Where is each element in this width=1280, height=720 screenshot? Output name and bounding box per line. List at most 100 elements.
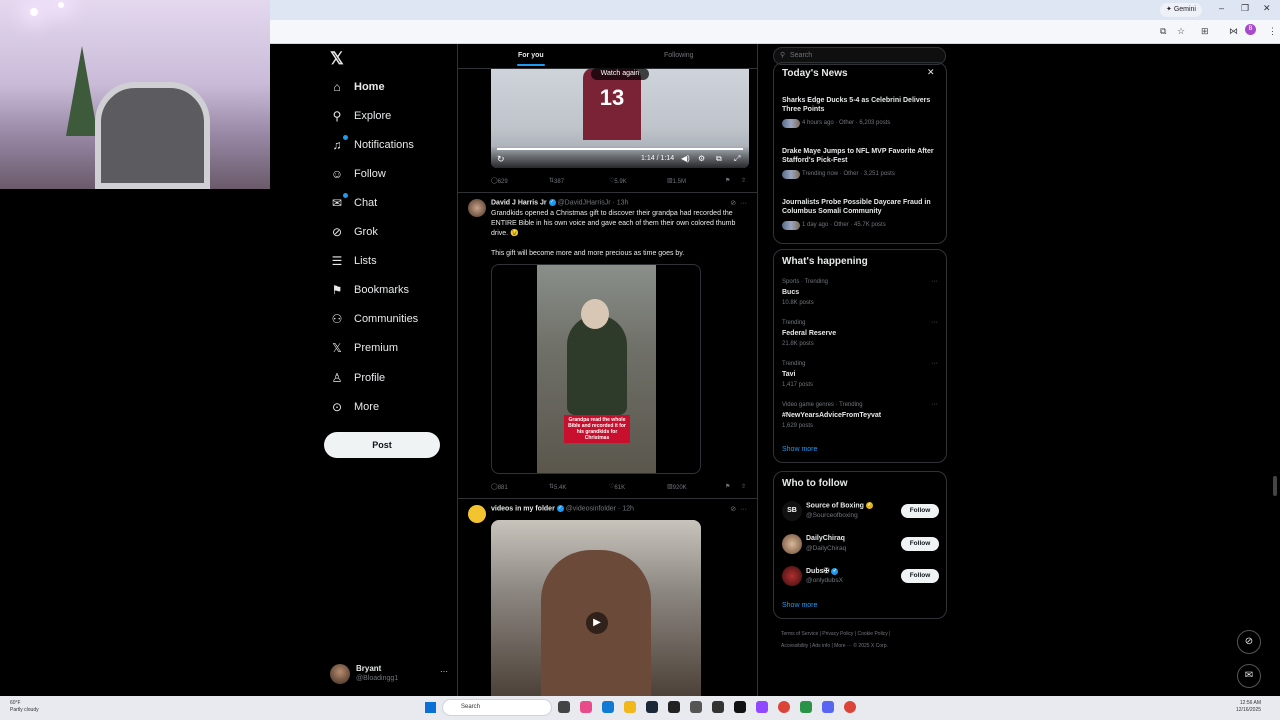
- show-more-link[interactable]: Show more: [782, 602, 817, 609]
- news-headline[interactable]: Drake Maye Jumps to NFL MVP Favorite Aft…: [782, 147, 942, 165]
- nav-communities[interactable]: ⚇ Communities: [330, 308, 419, 330]
- suggested-name[interactable]: Source of Boxing ✓: [806, 502, 873, 509]
- share-icon[interactable]: ⇧: [741, 483, 746, 490]
- repost-button[interactable]: ⇅ 387: [549, 177, 564, 185]
- views-button[interactable]: ▥ 920K: [667, 483, 687, 491]
- suggested-name[interactable]: Dubs✠ ✓: [806, 567, 839, 575]
- video-player[interactable]: ▶: [491, 520, 701, 696]
- settings-icon[interactable]: ⚙: [698, 154, 705, 163]
- nav-bookmarks[interactable]: ⚑ Bookmarks: [330, 279, 409, 301]
- chrome-icon[interactable]: [844, 701, 856, 713]
- trend-name[interactable]: #NewYearsAdviceFromTeyvat: [782, 412, 881, 419]
- app-icon[interactable]: [580, 701, 592, 713]
- app-icon[interactable]: [800, 701, 812, 713]
- nav-profile[interactable]: ♙ Profile: [330, 367, 386, 389]
- bookmark-icon[interactable]: ⚑: [725, 177, 730, 184]
- more-icon[interactable]: ···: [931, 401, 938, 408]
- chrome-icon[interactable]: [778, 701, 790, 713]
- task-view-icon[interactable]: [558, 701, 570, 713]
- messages-icon[interactable]: ✉: [1237, 664, 1261, 688]
- edge-icon[interactable]: [602, 701, 614, 713]
- app-icon[interactable]: [712, 701, 724, 713]
- steam-icon[interactable]: [646, 701, 658, 713]
- author-name[interactable]: videos in my folder: [491, 505, 555, 512]
- tab-following[interactable]: Following: [664, 52, 694, 59]
- video-player[interactable]: Grandpa read the whole Bible and recorde…: [491, 264, 701, 474]
- scrollbar[interactable]: [1273, 476, 1277, 496]
- trend-name[interactable]: Bucs: [782, 289, 799, 296]
- system-clock[interactable]: 12:56 AM 12/16/2025: [1236, 700, 1261, 714]
- video-progress-bar[interactable]: [497, 148, 743, 150]
- more-icon[interactable]: ···: [740, 506, 747, 513]
- weather-widget[interactable]: 60°F Partly cloudy: [10, 700, 39, 714]
- file-explorer-icon[interactable]: [624, 701, 636, 713]
- grok-icon[interactable]: ⊘: [730, 200, 736, 207]
- nav-lists[interactable]: ☰ Lists: [330, 250, 377, 272]
- app-icon[interactable]: [734, 701, 746, 713]
- restore-button[interactable]: ❐: [1241, 3, 1249, 14]
- like-button[interactable]: ♡ 5.9K: [609, 177, 627, 185]
- pip-icon[interactable]: ⧉: [716, 154, 722, 164]
- nav-grok[interactable]: ⊘ Grok: [330, 221, 378, 243]
- nav-follow[interactable]: ☺ Follow: [330, 163, 386, 185]
- nav-premium[interactable]: 𝕏 Premium: [330, 337, 398, 359]
- author-name[interactable]: David J Harris Jr: [491, 199, 547, 206]
- reply-button[interactable]: ◯ 881: [491, 483, 508, 491]
- app-icon[interactable]: [668, 701, 680, 713]
- nav-notifications[interactable]: ♫ Notifications: [330, 134, 414, 156]
- repost-button[interactable]: ⇅ 5.4K: [549, 483, 566, 491]
- follow-button[interactable]: Follow: [901, 504, 939, 518]
- author-handle[interactable]: @videosinfolder: [566, 505, 616, 512]
- avatar[interactable]: [468, 505, 486, 523]
- reply-button[interactable]: ◯ 629: [491, 177, 508, 185]
- nav-home[interactable]: ⌂ Home: [330, 76, 384, 98]
- account-switcher[interactable]: Bryant @Bloadingg1 ···: [330, 662, 450, 686]
- more-icon[interactable]: ···: [740, 200, 747, 207]
- avatar[interactable]: SB: [782, 501, 802, 521]
- avatar[interactable]: [782, 566, 802, 586]
- more-icon[interactable]: ···: [931, 278, 938, 285]
- suggested-name[interactable]: DailyChiraq: [806, 535, 845, 542]
- bookmark-icon[interactable]: ⚑: [725, 483, 730, 490]
- like-button[interactable]: ♡ 61K: [609, 483, 625, 491]
- follow-button[interactable]: Follow: [901, 569, 939, 583]
- close-window-button[interactable]: ✕: [1263, 3, 1271, 14]
- install-icon[interactable]: ⧉: [1160, 26, 1166, 37]
- show-more-link[interactable]: Show more: [782, 446, 817, 453]
- video-player[interactable]: 13 ↻ 1:14 / 1:14 ◀) ⚙ ⧉ ⤢: [491, 68, 749, 168]
- x-logo-icon[interactable]: 𝕏: [330, 49, 344, 69]
- puzzle-icon[interactable]: ⋈: [1229, 26, 1238, 37]
- browser-profile-avatar[interactable]: B: [1245, 24, 1256, 35]
- trend-name[interactable]: Tavi: [782, 371, 796, 378]
- gemini-button[interactable]: ✦ Gemini: [1160, 3, 1202, 17]
- close-icon[interactable]: ✕: [927, 67, 935, 78]
- news-headline[interactable]: Journalists Probe Possible Daycare Fraud…: [782, 198, 942, 216]
- nav-chat[interactable]: ✉ Chat: [330, 192, 377, 214]
- more-icon[interactable]: ···: [440, 667, 448, 676]
- browser-menu-icon[interactable]: ⋮: [1268, 26, 1277, 37]
- avatar[interactable]: [782, 534, 802, 554]
- nav-explore[interactable]: ⚲ Explore: [330, 105, 392, 127]
- avatar[interactable]: [468, 199, 486, 217]
- more-icon[interactable]: ···: [931, 319, 938, 326]
- discord-icon[interactable]: [822, 701, 834, 713]
- footer-line[interactable]: Accessibility | Ads info | More ··· © 20…: [781, 640, 941, 652]
- tab-for-you[interactable]: For you: [518, 52, 544, 59]
- more-icon[interactable]: ···: [931, 360, 938, 367]
- views-button[interactable]: ▥ 1.5M: [667, 177, 686, 185]
- post-button[interactable]: Post: [324, 432, 440, 458]
- extensions-icon[interactable]: ⊞: [1201, 26, 1209, 37]
- share-icon[interactable]: ⇧: [741, 177, 746, 184]
- follow-button[interactable]: Follow: [901, 537, 939, 551]
- replay-icon[interactable]: ↻: [497, 154, 505, 165]
- play-icon[interactable]: ▶: [586, 612, 608, 634]
- news-headline[interactable]: Sharks Edge Ducks 5-4 as Celebrini Deliv…: [782, 96, 942, 114]
- trend-name[interactable]: Federal Reserve: [782, 330, 836, 337]
- nav-more[interactable]: ⊙ More: [330, 396, 379, 418]
- footer-line[interactable]: Terms of Service | Privacy Policy | Cook…: [781, 628, 941, 640]
- windows-start-icon[interactable]: [425, 702, 436, 713]
- grok-icon[interactable]: ⊘: [1237, 630, 1261, 654]
- grok-icon[interactable]: ⊘: [730, 506, 736, 513]
- app-icon[interactable]: [690, 701, 702, 713]
- author-handle[interactable]: @DavidJHarrisJr: [558, 199, 611, 206]
